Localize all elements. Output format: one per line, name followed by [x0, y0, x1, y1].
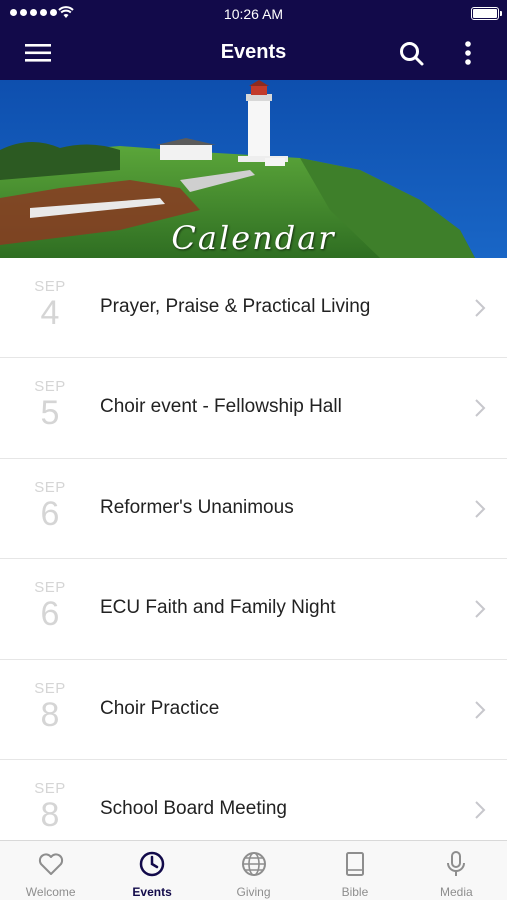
event-title: School Board Meeting	[100, 797, 287, 819]
tab-label: Welcome	[25, 885, 76, 899]
chevron-right-icon	[475, 399, 486, 418]
tab-label: Events	[132, 885, 172, 899]
status-time: 10:26 AM	[223, 6, 284, 22]
event-list: SEP 4 Prayer, Praise & Practical Living …	[0, 258, 507, 840]
event-title: Choir event - Fellowship Hall	[100, 396, 342, 418]
event-month: SEP	[34, 378, 66, 396]
event-day: 8	[40, 695, 60, 734]
event-month: SEP	[34, 679, 66, 697]
event-row[interactable]: SEP 8 School Board Meeting	[0, 759, 507, 840]
calendar-banner: Calendar	[0, 80, 507, 258]
banner-title: Calendar	[171, 219, 336, 257]
tab-events[interactable]: Events	[101, 841, 202, 900]
event-title: ECU Faith and Family Night	[100, 597, 336, 619]
event-month: SEP	[34, 579, 66, 597]
event-day: 8	[40, 795, 60, 834]
event-row[interactable]: SEP 6 ECU Faith and Family Night	[0, 559, 507, 660]
event-day: 5	[40, 394, 60, 433]
status-bar: 10:26 AM	[0, 0, 507, 26]
tab-giving[interactable]: Giving	[203, 841, 304, 900]
tab-label: Giving	[236, 885, 271, 899]
chevron-right-icon	[475, 500, 486, 518]
event-day: 4	[40, 294, 60, 332]
event-title: Choir Practice	[100, 697, 220, 719]
chevron-right-icon	[475, 299, 486, 317]
nav-bar: Events	[0, 26, 507, 80]
tab-bible[interactable]: Bible	[304, 841, 405, 900]
clock-icon	[139, 851, 165, 877]
more-vertical-icon[interactable]	[457, 39, 479, 69]
event-row[interactable]: SEP 5 Choir event - Fellowship Hall	[0, 358, 507, 459]
heart-icon	[38, 853, 63, 875]
battery-icon	[471, 7, 502, 20]
event-title: Prayer, Praise & Practical Living	[100, 296, 371, 317]
tab-label: Media	[439, 885, 473, 899]
tab-bar: Welcome Events Giving Bible Media	[0, 840, 507, 900]
event-title: Reformer's Unanimous	[100, 496, 294, 518]
globe-icon	[241, 852, 266, 876]
chevron-right-icon	[475, 600, 486, 618]
event-day: 6	[40, 494, 60, 533]
event-month: SEP	[34, 779, 66, 797]
event-month: SEP	[34, 278, 66, 295]
page-title: Events	[220, 41, 287, 63]
search-icon[interactable]	[397, 39, 427, 69]
book-icon	[345, 852, 364, 876]
chevron-right-icon	[475, 700, 486, 719]
microphone-icon	[447, 851, 466, 876]
event-month: SEP	[34, 478, 66, 496]
event-row[interactable]: SEP 4 Prayer, Praise & Practical Living	[0, 258, 507, 359]
tab-label: Bible	[341, 885, 369, 899]
tab-media[interactable]: Media	[406, 841, 507, 900]
event-row[interactable]: SEP 8 Choir Practice	[0, 659, 507, 760]
event-row[interactable]: SEP 6 Reformer's Unanimous	[0, 458, 507, 560]
chevron-right-icon	[475, 801, 486, 819]
event-day: 6	[40, 595, 60, 634]
tab-welcome[interactable]: Welcome	[0, 841, 101, 900]
